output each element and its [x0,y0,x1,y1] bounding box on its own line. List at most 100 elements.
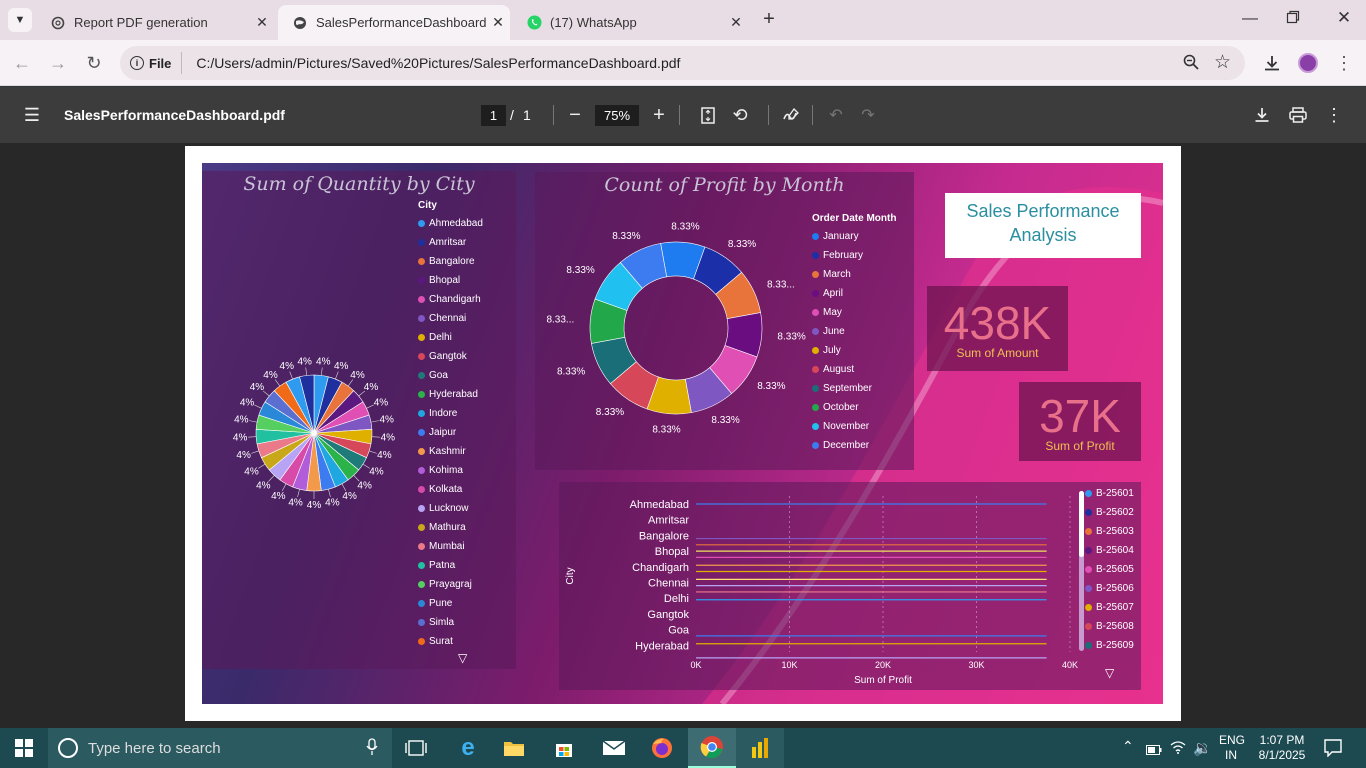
windows-start-icon[interactable] [0,728,48,768]
legend-item[interactable]: Kashmir [418,442,483,461]
back-arrow-icon[interactable]: ← [9,50,35,76]
address-bar[interactable]: i File C:/Users/admin/Pictures/Saved%20P… [120,46,1245,80]
tab-report-pdf-generation[interactable]: Report PDF generation ✕ [36,5,274,40]
legend-item[interactable]: B-25609 [1085,636,1134,655]
profile-avatar[interactable] [1295,50,1321,76]
legend-item[interactable]: B-25603 [1085,522,1134,541]
file-explorer-icon[interactable] [490,728,538,768]
new-tab-button[interactable]: + [758,8,780,32]
close-tab-icon[interactable]: ✕ [250,14,274,31]
legend-scroll-down-icon[interactable]: ▽ [1105,666,1114,680]
legend-item[interactable]: Surat [418,632,483,651]
microsoft-store-icon[interactable] [540,728,588,768]
legend-item[interactable]: B-25608 [1085,617,1134,636]
legend-item[interactable]: Mathura [418,518,483,537]
legend-item[interactable]: December [812,436,896,455]
legend-item[interactable]: Kohima [418,461,483,480]
close-tab-icon[interactable]: ✕ [724,14,748,31]
pdf-viewer[interactable]: Sum of Quantity by City 4% 4% 4% 4% 4% 4% 4% 4%… [0,143,1366,728]
legend-item[interactable]: Pune [418,594,483,613]
legend-item[interactable]: Goa [418,366,483,385]
legend-item[interactable]: June [812,322,896,341]
zoom-in-icon[interactable]: + [647,103,671,127]
legend-item[interactable]: B-25604 [1085,541,1134,560]
bookmark-star-icon[interactable]: ☆ [1214,51,1231,74]
legend-scroll-down-icon[interactable]: ▽ [458,651,467,665]
legend-item[interactable]: July [812,341,896,360]
firefox-icon[interactable] [638,728,686,768]
fit-page-icon[interactable] [696,103,720,127]
legend-scrollbar[interactable] [1079,491,1084,651]
pdf-download-icon[interactable] [1250,103,1274,127]
tab-search-button[interactable]: ▼ [8,8,32,32]
zoom-magnifier-icon[interactable] [1183,54,1199,73]
zoom-level-input[interactable]: 75% [595,105,639,126]
legend-item[interactable]: B-25607 [1085,598,1134,617]
minimize-window-icon[interactable]: — [1240,10,1260,30]
legend-item[interactable]: B-25606 [1085,579,1134,598]
task-view-icon[interactable] [392,728,440,768]
edge-browser-icon[interactable]: e [444,728,492,768]
tab-whatsapp[interactable]: (17) WhatsApp ✕ [512,5,748,40]
mail-icon[interactable] [590,728,638,768]
chrome-icon[interactable] [688,728,736,768]
forward-arrow-icon[interactable]: → [45,50,71,76]
pdf-more-icon[interactable]: ⋮ [1322,103,1346,127]
legend-item[interactable]: Gangtok [418,347,483,366]
rotate-icon[interactable]: ⟲ [728,103,752,127]
browser-menu-icon[interactable]: ⋮ [1331,50,1357,76]
legend-item[interactable]: April [812,284,896,303]
microphone-icon[interactable] [366,738,378,761]
restore-window-icon[interactable] [1286,10,1306,30]
legend-item[interactable]: January [812,227,896,246]
legend-item[interactable]: November [812,417,896,436]
legend-item[interactable]: March [812,265,896,284]
tab-sales-dashboard[interactable]: SalesPerformanceDashboard.pdf ✕ [278,5,510,40]
legend-item[interactable]: Amritsar [418,233,483,252]
legend-item[interactable]: May [812,303,896,322]
power-bi-icon[interactable] [736,728,784,768]
legend-item[interactable]: Prayagraj [418,575,483,594]
legend-item[interactable]: Chandigarh [418,290,483,309]
battery-icon[interactable] [1146,742,1162,760]
legend-item[interactable]: Bhopal [418,271,483,290]
legend-item[interactable]: February [812,246,896,265]
undo-icon[interactable]: ↶ [824,103,848,127]
legend-item[interactable]: September [812,379,896,398]
legend-item[interactable]: B-25605 [1085,560,1134,579]
show-hidden-icons[interactable]: ⌃ [1122,738,1134,755]
legend-item[interactable]: Mumbai [418,537,483,556]
redo-icon[interactable]: ↷ [856,103,880,127]
page-number-input[interactable]: 1 [481,105,506,126]
volume-icon[interactable]: 🔉 [1193,739,1212,757]
pdf-menu-icon[interactable]: ☰ [20,103,44,127]
legend-item[interactable]: Indore [418,404,483,423]
taskbar-search-box[interactable]: Type here to search [48,728,392,768]
legend-item[interactable]: Patna [418,556,483,575]
reload-icon[interactable]: ↻ [81,50,107,76]
download-icon[interactable] [1259,50,1285,76]
legend-item[interactable]: B-25602 [1085,503,1134,522]
print-icon[interactable] [1286,103,1310,127]
legend-item[interactable]: Kolkata [418,480,483,499]
url-text[interactable]: C:/Users/admin/Pictures/Saved%20Pictures… [196,55,680,71]
legend-item[interactable]: Ahmedabad [418,214,483,233]
legend-item[interactable]: Hyderabad [418,385,483,404]
legend-item[interactable]: Lucknow [418,499,483,518]
wifi-icon[interactable] [1170,740,1186,759]
system-clock[interactable]: 1:07 PM 8/1/2025 [1250,733,1314,763]
site-info-chip[interactable]: i File [130,52,183,74]
legend-item[interactable]: October [812,398,896,417]
legend-item[interactable]: Chennai [418,309,483,328]
scrollbar-thumb[interactable] [1079,491,1084,557]
input-language[interactable]: ENG IN [1219,733,1245,763]
notifications-icon[interactable] [1324,739,1342,762]
legend-item[interactable]: B-25601 [1085,484,1134,503]
zoom-out-icon[interactable]: − [563,103,587,127]
legend-item[interactable]: Simla [418,613,483,632]
legend-item[interactable]: Bangalore [418,252,483,271]
close-tab-icon[interactable]: ✕ [486,14,510,31]
annotate-pen-icon[interactable] [779,103,803,127]
close-window-icon[interactable]: ✕ [1334,8,1354,28]
legend-item[interactable]: Delhi [418,328,483,347]
